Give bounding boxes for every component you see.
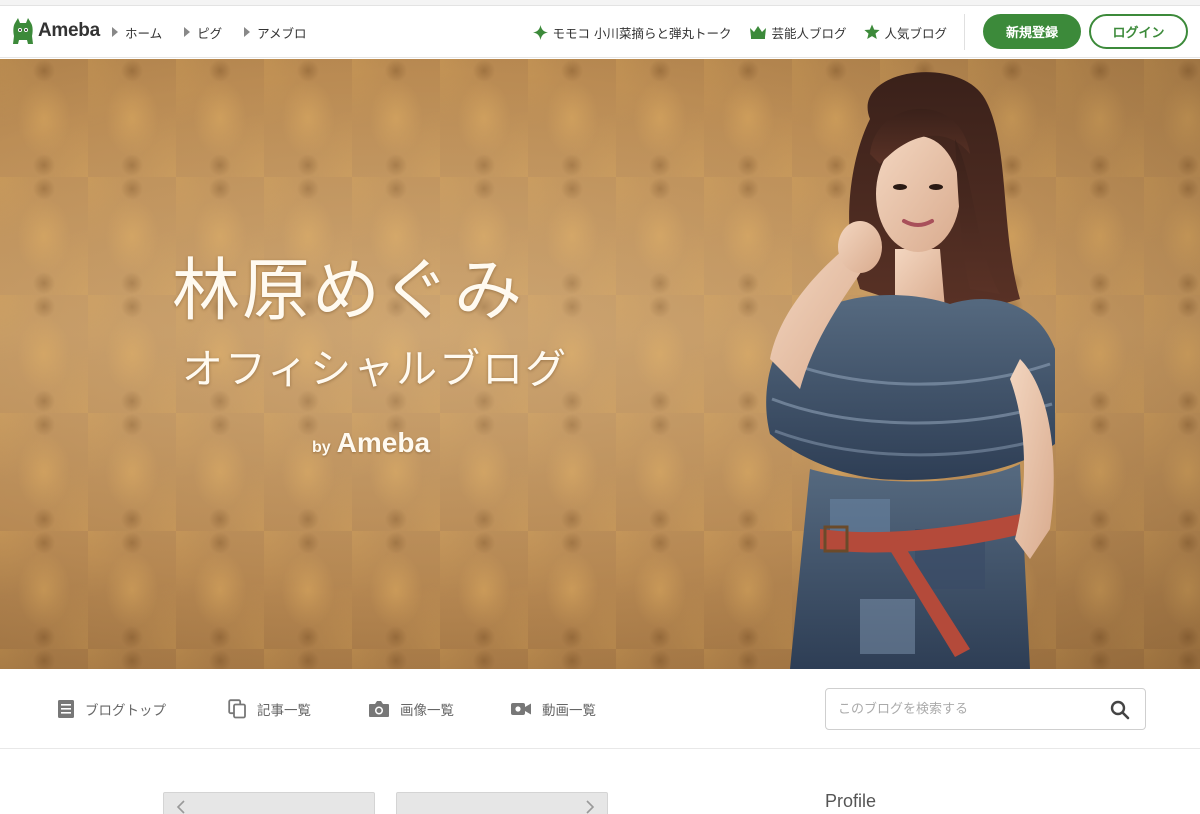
nav-popular-blog[interactable]: 人気ブログ <box>864 23 947 42</box>
portrait-photo <box>766 72 1055 669</box>
triangle-right-icon <box>244 27 251 37</box>
sparkle-icon <box>533 24 549 40</box>
logo-text: Ameba <box>38 20 100 41</box>
chevron-right-icon <box>586 800 595 814</box>
subnav-image-list[interactable]: 画像一覧 <box>368 669 454 749</box>
crown-icon <box>750 26 767 39</box>
nav-momoko-talk[interactable]: モモコ 小川菜摘らと弾丸トーク <box>533 23 731 42</box>
nav-celebrity-blog[interactable]: 芸能人ブログ <box>749 23 846 42</box>
by-ameba-mark: by Ameba <box>312 427 430 459</box>
camera-icon <box>369 701 389 717</box>
login-button[interactable]: ログイン <box>1089 14 1188 49</box>
blog-search-input[interactable] <box>838 689 1088 729</box>
ameba-logo[interactable]: Ameba <box>12 16 100 46</box>
nav-celebrity-blog-label: 芸能人ブログ <box>771 25 847 41</box>
nav-pigg-label: ピグ <box>197 25 223 41</box>
subnav-video-list-label: 動画一覧 <box>542 703 596 719</box>
subnav-article-list-label: 記事一覧 <box>257 703 311 719</box>
next-entry-button[interactable] <box>396 792 608 814</box>
copy-icon <box>228 699 246 719</box>
header-divider <box>964 14 965 50</box>
blog-search-box <box>825 688 1146 730</box>
triangle-right-icon <box>112 27 118 37</box>
subnav-image-list-label: 画像一覧 <box>400 703 454 719</box>
nav-pigg[interactable]: ピグ <box>184 23 222 42</box>
chevron-left-icon <box>176 800 185 814</box>
nav-popular-blog-label: 人気ブログ <box>884 25 947 41</box>
profile-heading: Profile <box>825 791 877 811</box>
nav-ameblo[interactable]: アメブロ <box>244 23 307 42</box>
register-button[interactable]: 新規登録 <box>983 14 1081 49</box>
nav-ameblo-label: アメブロ <box>257 25 307 41</box>
nav-home[interactable]: ホーム <box>112 23 162 42</box>
global-nav: ホーム ピグ アメブロ <box>112 6 307 58</box>
blog-subnav: ブログトップ 記事一覧 画像一覧 動画一覧 <box>0 669 1200 749</box>
search-button[interactable] <box>1107 697 1133 723</box>
subnav-article-list[interactable]: 記事一覧 <box>228 669 311 749</box>
video-icon <box>511 703 531 715</box>
featured-nav: モモコ 小川菜摘らと弾丸トーク 芸能人ブログ 人気ブログ <box>533 6 947 58</box>
prev-entry-button[interactable] <box>163 792 375 814</box>
document-icon <box>58 700 74 718</box>
nav-momoko-talk-label: モモコ 小川菜摘らと弾丸トーク <box>552 25 732 41</box>
nav-home-label: ホーム <box>125 25 163 41</box>
subnav-video-list[interactable]: 動画一覧 <box>510 669 596 749</box>
star-icon <box>864 24 881 39</box>
subnav-blog-top[interactable]: ブログトップ <box>57 669 166 749</box>
by-text: by <box>312 439 331 456</box>
blog-subtitle: オフィシャルブログ <box>182 345 569 393</box>
triangle-right-icon <box>184 27 191 37</box>
ameba-mascot-icon <box>13 18 33 44</box>
blog-hero-banner: 林原めぐみ オフィシャルブログ by Ameba <box>0 59 1200 669</box>
search-icon <box>1110 700 1130 720</box>
global-header: Ameba ホーム ピグ アメブロ モモコ 小川菜摘らと弾丸トーク 芸能人ブログ… <box>0 6 1200 58</box>
ameba-brand-text: Ameba <box>336 427 431 458</box>
subnav-blog-top-label: ブログトップ <box>85 703 166 719</box>
blog-title: 林原めぐみ <box>172 252 525 331</box>
